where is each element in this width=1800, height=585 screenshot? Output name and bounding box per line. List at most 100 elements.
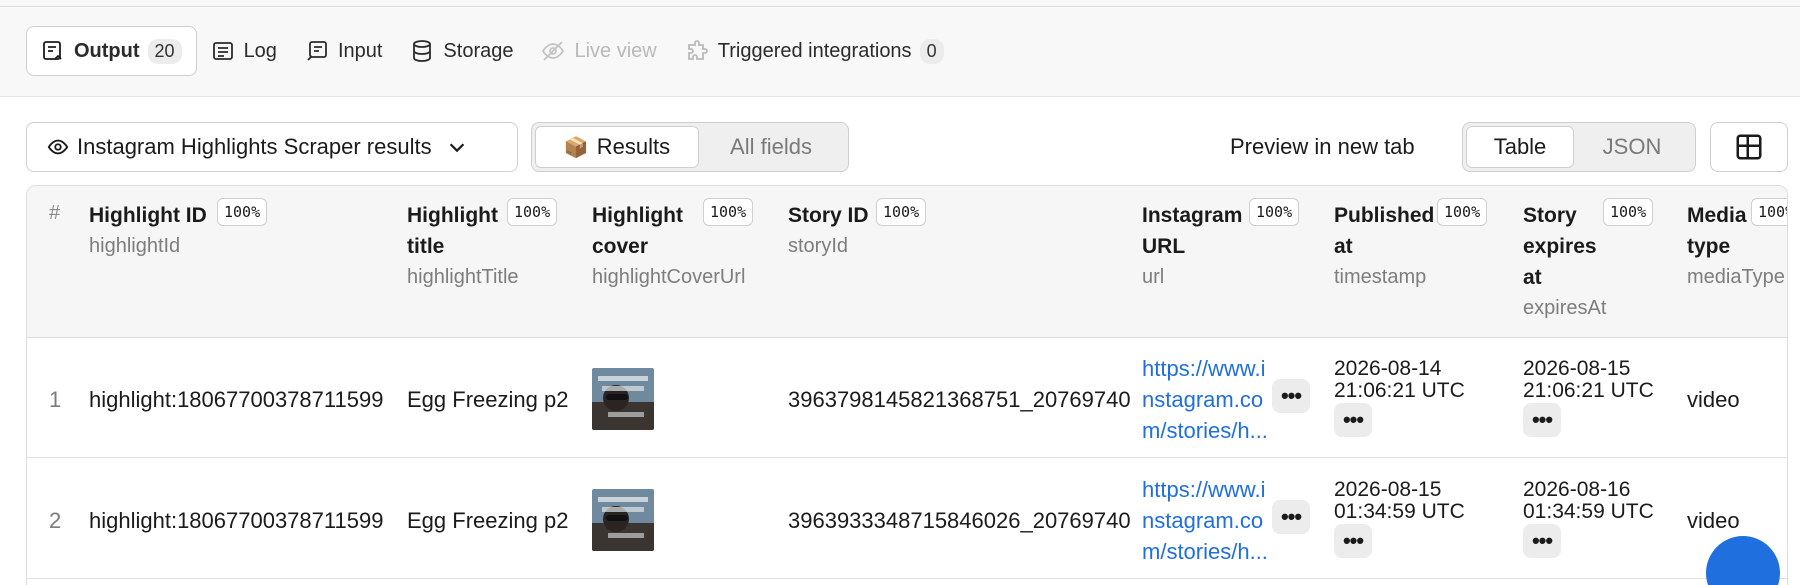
url-line: m/stories/h... (1142, 539, 1268, 564)
url-line: https://www.i (1142, 477, 1266, 502)
integrations-count-badge: 0 (919, 38, 944, 64)
instagram-url-link[interactable]: https://www.i nstagram.co m/stories/h... (1142, 353, 1270, 446)
format-toggle: Table JSON (1462, 122, 1696, 172)
highlight-title-cell: Egg Freezing p2 (407, 387, 569, 412)
expires-more-button[interactable]: ••• (1523, 524, 1561, 558)
dataset-select-label: Instagram Highlights Scraper results (77, 134, 432, 159)
column-header-highlight-id[interactable]: Highlight ID highlightId (89, 200, 207, 262)
table-header: # Highlight ID highlightId 100% Highligh… (27, 186, 1787, 338)
column-title: at (1334, 235, 1353, 258)
fill-rate-badge: 100% (217, 198, 268, 226)
table-row[interactable]: 2 highlight:18067700378711599 Egg Freezi… (27, 460, 1787, 579)
fill-rate-badge: 100% (1751, 198, 1787, 226)
column-header-published-at[interactable]: Published at timestamp (1334, 200, 1434, 293)
column-title: Highlight ID (89, 204, 207, 227)
time-line: 01:34:59 UTC (1523, 500, 1654, 523)
all-fields-view-button[interactable]: All fields (699, 126, 843, 168)
media-type-cell: video (1687, 508, 1740, 533)
column-field: highlightTitle (407, 266, 519, 288)
all-fields-view-label: All fields (730, 134, 812, 159)
column-title: Story ID (788, 204, 869, 227)
date-line: 2026-08-16 (1523, 478, 1631, 501)
table-row[interactable]: 1 highlight:18067700378711599 Egg Freezi… (27, 339, 1787, 458)
tab-output-label: Output (74, 39, 140, 62)
view-toggle: 📦 Results All fields (531, 122, 849, 172)
results-view-label: Results (596, 134, 671, 159)
results-toolbar: Instagram Highlights Scraper results 📦 R… (26, 122, 1788, 172)
more-icon: ••• (1531, 407, 1553, 432)
instagram-url-link[interactable]: https://www.i nstagram.co m/stories/h... (1142, 474, 1270, 567)
more-icon: ••• (1531, 528, 1553, 553)
more-icon: ••• (1342, 407, 1364, 432)
index-column-header: # (49, 202, 61, 224)
date-line: 2026-08-14 (1334, 357, 1442, 380)
dataset-select[interactable]: Instagram Highlights Scraper results (26, 122, 518, 172)
preview-in-new-tab-link[interactable]: Preview in new tab (1230, 122, 1415, 172)
column-header-story-expires-at[interactable]: Story expires at expiresAt (1523, 200, 1606, 324)
fill-rate-badge: 100% (1437, 198, 1488, 226)
input-icon (307, 41, 327, 61)
expires-at-cell: 2026-08-15 21:06:21 UTC (1523, 358, 1654, 402)
layout-toggle-button[interactable] (1710, 122, 1788, 172)
published-at-cell: 2026-08-15 01:34:59 UTC (1334, 479, 1465, 523)
fill-rate-badge: 100% (703, 198, 754, 226)
cover-image-icon (592, 489, 654, 551)
column-title: title (407, 235, 445, 258)
fill-rate-badge: 100% (1249, 198, 1300, 226)
results-table: # Highlight ID highlightId 100% Highligh… (26, 185, 1788, 585)
eye-icon (47, 139, 69, 155)
story-id-cell: 3963798145821368751_20769740 (788, 387, 1131, 412)
highlight-title-cell: Egg Freezing p2 (407, 508, 569, 533)
tab-log[interactable]: Log (197, 26, 291, 76)
tab-live-view[interactable]: Live view (527, 26, 670, 76)
highlight-id-cell: highlight:18067700378711599 (89, 508, 384, 533)
url-more-button[interactable]: ••• (1272, 379, 1310, 413)
published-at-cell: 2026-08-14 21:06:21 UTC (1334, 358, 1465, 402)
tab-output[interactable]: Output 20 (26, 26, 197, 76)
puzzle-icon (687, 40, 708, 60)
divider (0, 6, 1800, 7)
url-line: nstagram.co (1142, 387, 1264, 412)
column-title: type (1687, 235, 1731, 258)
tab-input[interactable]: Input (291, 26, 396, 76)
tab-triggered-integrations[interactable]: Triggered integrations 0 (671, 26, 958, 76)
column-title: Published (1334, 204, 1435, 227)
output-count-badge: 20 (147, 38, 182, 64)
tab-storage[interactable]: Storage (396, 26, 527, 76)
more-icon: ••• (1342, 528, 1364, 553)
eye-off-icon (542, 41, 565, 61)
column-header-instagram-url[interactable]: Instagram URL url (1142, 200, 1242, 293)
tab-live-view-label: Live view (574, 39, 657, 62)
tab-triggered-integrations-label: Triggered integrations (717, 39, 912, 62)
column-header-story-id[interactable]: Story ID storyId (788, 200, 869, 262)
published-more-button[interactable]: ••• (1334, 403, 1372, 437)
column-title: cover (592, 235, 649, 258)
json-format-button[interactable]: JSON (1574, 126, 1690, 168)
column-header-highlight-title[interactable]: Highlight title highlightTitle (407, 200, 519, 293)
column-field: timestamp (1334, 266, 1427, 288)
table-format-button[interactable]: Table (1466, 126, 1574, 168)
column-field: expiresAt (1523, 297, 1607, 319)
column-title: Story (1523, 204, 1577, 227)
tab-storage-label: Storage (443, 39, 514, 62)
layout-icon (1736, 134, 1762, 160)
row-index: 2 (49, 508, 62, 533)
highlight-cover-thumbnail[interactable] (592, 489, 654, 551)
published-more-button[interactable]: ••• (1334, 524, 1372, 558)
cover-image-icon (592, 368, 654, 430)
column-title: expires (1523, 235, 1597, 258)
url-more-button[interactable]: ••• (1272, 500, 1310, 534)
tab-list: Output 20 Log Input Storage Live view Tr… (26, 26, 958, 76)
date-line: 2026-08-15 (1523, 357, 1631, 380)
expires-more-button[interactable]: ••• (1523, 403, 1561, 437)
column-field: url (1142, 266, 1165, 288)
row-index: 1 (49, 387, 62, 412)
storage-icon (413, 40, 432, 62)
time-line: 21:06:21 UTC (1523, 379, 1654, 402)
results-view-button[interactable]: 📦 Results (535, 126, 699, 168)
log-icon (212, 42, 233, 60)
column-title: Highlight (407, 204, 498, 227)
column-title: Instagram (1142, 204, 1243, 227)
more-icon: ••• (1280, 383, 1302, 408)
highlight-cover-thumbnail[interactable] (592, 368, 654, 430)
